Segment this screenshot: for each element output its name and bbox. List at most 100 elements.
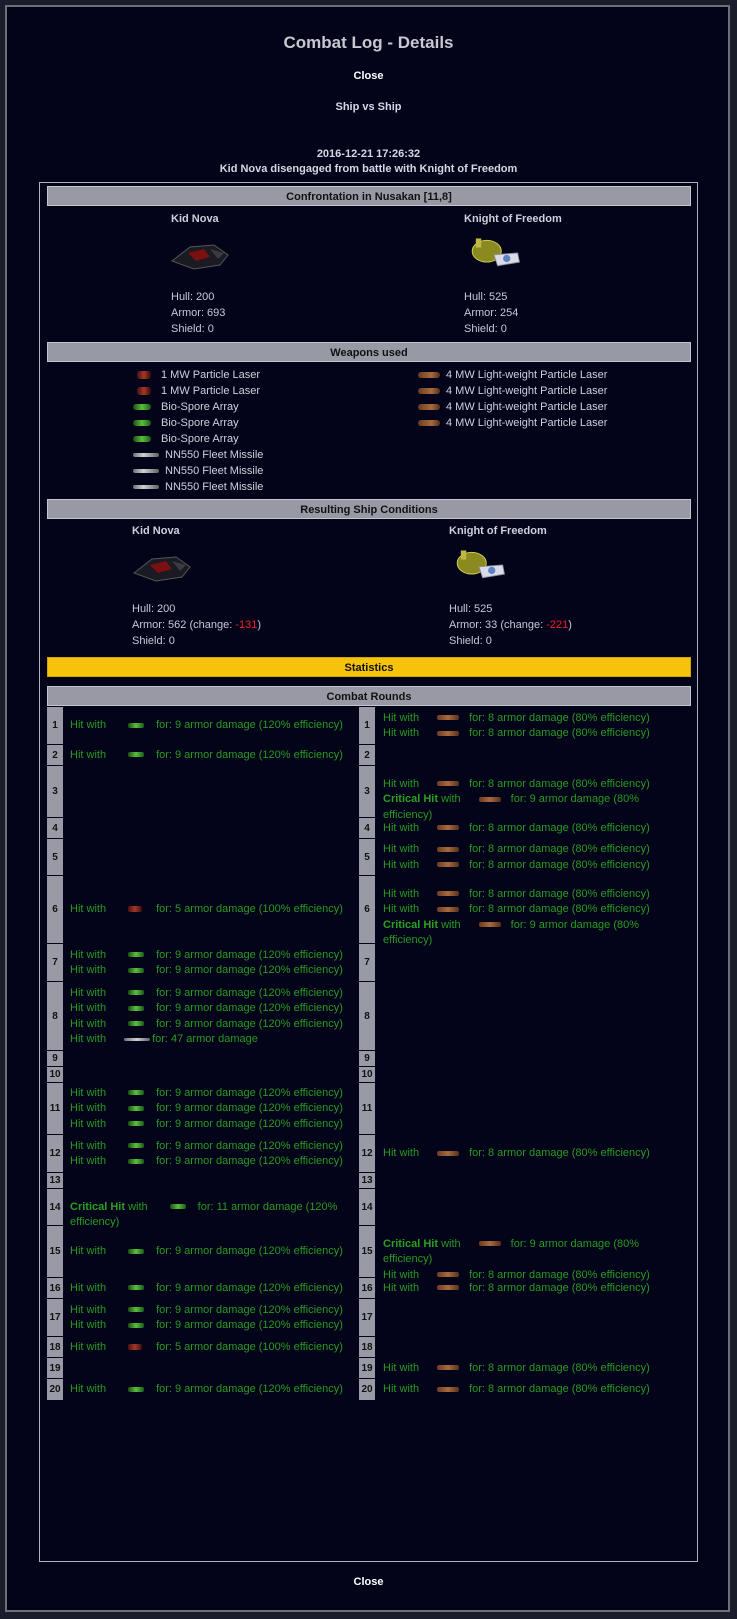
weapon-item: 4 MW Light-weight Particle Laser — [418, 383, 607, 399]
round-entries: Hit with for: 8 armor damage (80% efficie… — [383, 711, 688, 742]
round-number: 13 — [359, 1173, 375, 1188]
hit-entry: Hit with for: 9 armor damage (120% effici… — [70, 1303, 343, 1316]
bio-spore-icon — [133, 436, 151, 443]
attacker-result-hull: Hull: 200 — [132, 603, 176, 615]
attacker-ship-icon — [170, 244, 229, 270]
attacker-name: Kid Nova — [171, 213, 219, 225]
attacker-result-shield: Shield: 0 — [132, 635, 175, 647]
round-number: 10 — [359, 1067, 375, 1082]
weapon-label: NN550 Fleet Missile — [165, 465, 264, 477]
round-number: 18 — [47, 1337, 63, 1357]
bio-spore-icon — [133, 420, 151, 427]
hit-entry: Hit with for: 9 armor damage (120% effici… — [70, 719, 343, 732]
hit-entry: Hit with for: 8 armor damage (80% efficie… — [383, 1383, 650, 1396]
round-entries: Hit with for: 9 armor damage (120% effici… — [70, 1303, 358, 1334]
weapon-label: 1 MW Particle Laser — [161, 385, 261, 397]
round-number: 16 — [359, 1278, 375, 1298]
round-number: 6 — [359, 876, 375, 943]
bio-spore-icon — [133, 404, 151, 411]
round-entries: Hit with for: 8 armor damage (80% efficie… — [383, 1281, 688, 1297]
attacker-result-name: Kid Nova — [132, 525, 180, 537]
weapon-item: 4 MW Light-weight Particle Laser — [418, 367, 607, 383]
round-number: 1 — [47, 707, 63, 744]
weapon-item: 4 MW Light-weight Particle Laser — [418, 399, 607, 415]
hit-entry: Hit with for: 5 armor damage (100% effici… — [70, 903, 343, 916]
statistics-button[interactable]: Statistics — [47, 657, 691, 677]
close-link-bottom[interactable]: Close — [0, 1576, 737, 1588]
weapon-label: 1 MW Particle Laser — [161, 369, 261, 381]
hit-entry: Hit with for: 8 armor damage (80% efficie… — [383, 1147, 650, 1160]
bio-spore-icon — [128, 1090, 145, 1096]
round-entries: Hit with for: 8 armor damage (80% efficie… — [383, 777, 688, 824]
bio-spore-icon — [128, 1158, 145, 1164]
lw-particle-laser-icon — [437, 715, 460, 721]
round-number: 1 — [359, 707, 375, 744]
hit-entry: Hit with for: 8 armor damage (80% efficie… — [383, 821, 650, 834]
hit-entry: Hit with for: 9 armor damage (120% effici… — [70, 1017, 343, 1030]
weapon-item: Bio-Spore Array — [133, 415, 263, 431]
round-number: 11 — [359, 1083, 375, 1134]
bio-spore-icon — [128, 1285, 145, 1291]
hit-entry: Hit with for: 9 armor damage (120% effici… — [70, 1245, 343, 1258]
round-number: 19 — [47, 1358, 63, 1378]
defender-result-armor: Armor: 33 (change: -221) — [449, 619, 572, 631]
lw-particle-laser-icon — [437, 730, 460, 736]
close-link-top[interactable]: Close — [0, 70, 737, 82]
weapon-label: NN550 Fleet Missile — [165, 481, 264, 493]
weapon-item: 1 MW Particle Laser — [133, 367, 263, 383]
round-number: 12 — [359, 1135, 375, 1172]
round-number: 7 — [47, 944, 63, 981]
missile-icon — [133, 469, 159, 474]
weapon-item: NN550 Fleet Missile — [133, 479, 263, 495]
round-entries: Hit with for: 9 armor damage (120% effici… — [70, 986, 358, 1048]
lw-particle-laser-icon — [437, 846, 460, 852]
battle-mode: Ship vs Ship — [335, 101, 402, 113]
hit-entry: Critical Hit with for: 11 armor damage (1… — [70, 1200, 338, 1229]
round-number: 14 — [47, 1189, 63, 1225]
hit-entry: Hit with for: 8 armor damage (80% efficie… — [383, 777, 650, 790]
defender-shield: Shield: 0 — [464, 323, 507, 335]
defender-result-hull: Hull: 525 — [449, 603, 493, 615]
attacker-weapons-list: 1 MW Particle Laser 1 MW Particle Laser Bi… — [133, 367, 263, 495]
weapon-item: NN550 Fleet Missile — [133, 447, 263, 463]
lw-particle-laser-icon — [437, 891, 460, 897]
lw-particle-laser-icon — [437, 1365, 460, 1371]
missile-icon — [133, 453, 159, 458]
bio-spore-icon — [128, 990, 145, 996]
bio-spore-icon — [128, 1143, 145, 1149]
round-number: 6 — [47, 876, 63, 943]
round-entries: Hit with for: 9 armor damage (120% effici… — [70, 1139, 358, 1170]
lw-particle-laser-icon — [478, 796, 501, 802]
round-number: 8 — [359, 982, 375, 1050]
round-entries: Hit with for: 8 armor damage (80% efficie… — [383, 1146, 688, 1162]
weapons-header: Weapons used — [47, 342, 691, 362]
defender-ship-icon — [471, 238, 520, 267]
round-number: 5 — [359, 839, 375, 875]
round-number: 4 — [359, 818, 375, 838]
round-entries: Hit with for: 8 armor damage (80% efficie… — [383, 821, 688, 837]
bio-spore-icon — [128, 1105, 145, 1111]
round-entries: Critical Hit with for: 9 armor damage (80… — [383, 1237, 688, 1284]
round-entries: Hit with for: 5 armor damage (100% effici… — [70, 902, 358, 918]
round-number: 16 — [47, 1278, 63, 1298]
round-number: 2 — [47, 745, 63, 765]
bio-spore-icon — [128, 752, 145, 758]
attacker-result-ship-icon — [132, 556, 191, 582]
hit-entry: Hit with for: 47 armor damage — [70, 1033, 258, 1045]
round-entries: Hit with for: 9 armor damage (120% effici… — [70, 1281, 358, 1297]
attacker-shield: Shield: 0 — [171, 323, 214, 335]
round-entries: Hit with for: 9 armor damage (120% effici… — [70, 1244, 358, 1260]
hit-entry: Critical Hit with for: 9 armor damage (80… — [383, 918, 640, 947]
lw-particle-laser-icon — [418, 404, 440, 411]
bio-spore-icon — [128, 1322, 145, 1328]
hit-entry: Hit with for: 9 armor damage (120% effici… — [70, 986, 343, 999]
hit-entry: Hit with for: 9 armor damage (120% effici… — [70, 1117, 343, 1130]
weapon-label: 4 MW Light-weight Particle Laser — [446, 385, 608, 397]
lw-particle-laser-icon — [437, 781, 460, 787]
hit-entry: Hit with for: 9 armor damage (120% effici… — [70, 964, 343, 976]
round-entries: Hit with for: 8 armor damage (80% efficie… — [383, 887, 688, 949]
hit-entry: Hit with for: 9 armor damage (120% effici… — [70, 1319, 343, 1331]
round-number: 12 — [47, 1135, 63, 1172]
round-number: 15 — [47, 1226, 63, 1277]
hit-entry: Hit with for: 9 armor damage (120% effici… — [70, 1139, 343, 1152]
